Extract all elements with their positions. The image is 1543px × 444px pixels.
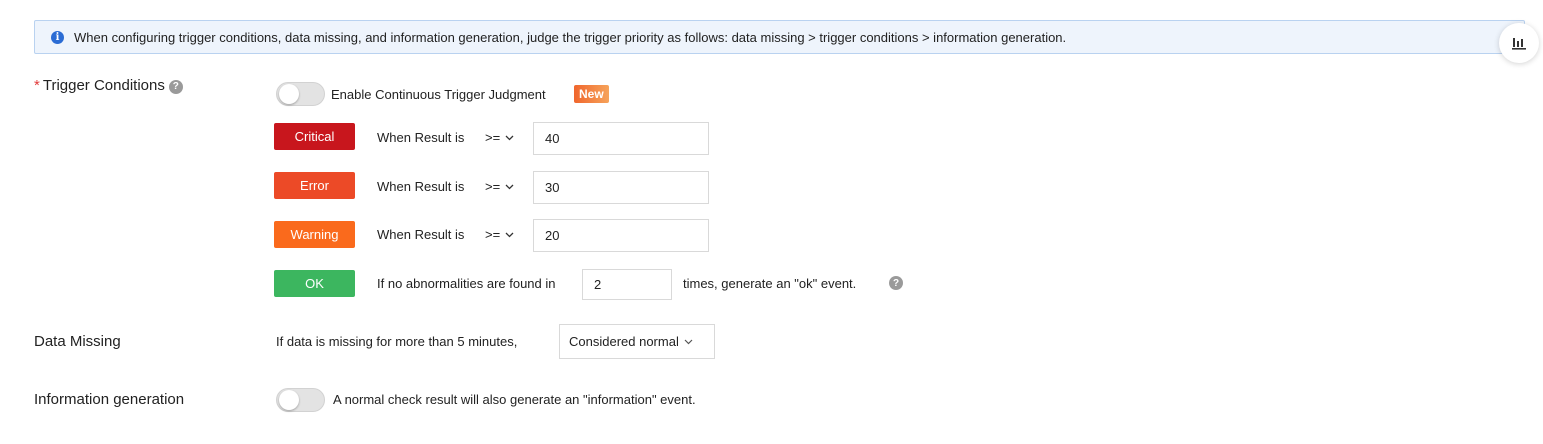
chevron-down-icon bbox=[684, 339, 693, 344]
select-value: Considered normal bbox=[569, 334, 679, 349]
level-warning-tag: Warning bbox=[274, 221, 355, 248]
continuous-trigger-label: Enable Continuous Trigger Judgment bbox=[331, 87, 546, 102]
bar-chart-icon bbox=[1512, 38, 1526, 50]
operator-value: >= bbox=[485, 179, 501, 194]
info-generation-toggle[interactable] bbox=[276, 388, 325, 412]
warning-prefix: When Result is bbox=[377, 227, 465, 242]
info-banner: i When configuring trigger conditions, d… bbox=[34, 20, 1525, 54]
toggle-knob bbox=[279, 84, 299, 104]
help-icon[interactable]: ? bbox=[168, 79, 183, 94]
data-missing-select[interactable]: Considered normal bbox=[559, 324, 715, 359]
toggle-knob bbox=[279, 390, 299, 410]
critical-threshold-input[interactable]: 40 bbox=[533, 122, 709, 155]
trigger-conditions-text: Trigger Conditions bbox=[42, 77, 165, 94]
required-mark: * bbox=[34, 77, 40, 94]
level-error-tag: Error bbox=[274, 172, 355, 199]
warning-threshold-input[interactable]: 20 bbox=[533, 219, 709, 252]
info-generation-text: A normal check result will also generate… bbox=[333, 392, 696, 407]
critical-prefix: When Result is bbox=[377, 130, 465, 145]
chart-float-button[interactable] bbox=[1499, 23, 1539, 63]
error-operator-select[interactable]: >= bbox=[485, 179, 514, 194]
chevron-down-icon bbox=[505, 135, 514, 140]
chevron-down-icon bbox=[505, 184, 514, 189]
banner-text: When configuring trigger conditions, dat… bbox=[74, 29, 1067, 45]
info-generation-label: Information generation bbox=[34, 391, 185, 408]
continuous-trigger-toggle[interactable] bbox=[276, 82, 325, 106]
new-badge: New bbox=[574, 85, 609, 103]
error-threshold-input[interactable]: 30 bbox=[533, 171, 709, 204]
data-missing-label: Data Missing bbox=[34, 333, 121, 350]
help-icon[interactable]: ? bbox=[889, 276, 903, 290]
critical-operator-select[interactable]: >= bbox=[485, 130, 514, 145]
operator-value: >= bbox=[485, 227, 501, 242]
level-ok-tag: OK bbox=[274, 270, 355, 297]
chevron-down-icon bbox=[505, 232, 514, 237]
trigger-conditions-label: * Trigger Conditions? bbox=[34, 77, 183, 94]
data-missing-text: If data is missing for more than 5 minut… bbox=[276, 334, 518, 349]
ok-prefix: If no abnormalities are found in bbox=[377, 276, 556, 291]
ok-suffix: times, generate an "ok" event. bbox=[683, 276, 857, 291]
error-prefix: When Result is bbox=[377, 179, 465, 194]
info-icon: i bbox=[51, 30, 64, 44]
level-critical-tag: Critical bbox=[274, 123, 355, 150]
operator-value: >= bbox=[485, 130, 501, 145]
warning-operator-select[interactable]: >= bbox=[485, 227, 514, 242]
ok-count-input[interactable]: 2 bbox=[582, 269, 672, 300]
